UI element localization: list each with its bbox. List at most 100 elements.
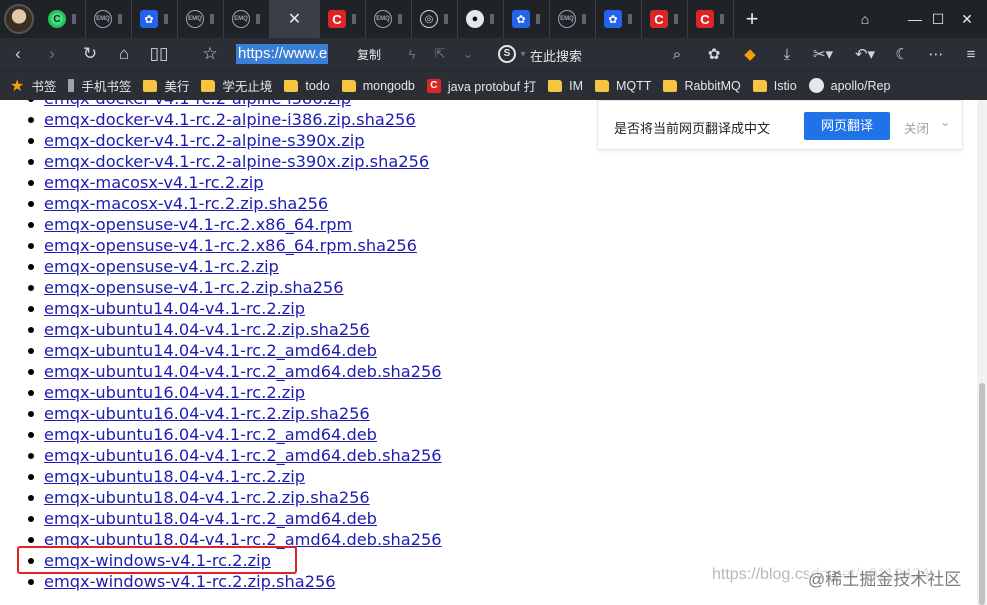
file-link[interactable]: emqx-macosx-v4.1-rc.2.zip bbox=[44, 173, 264, 192]
copy-button[interactable]: 复制 bbox=[357, 46, 381, 63]
search-input[interactable]: 在此搜索 bbox=[530, 46, 582, 65]
browser-tab[interactable]: C bbox=[642, 0, 688, 38]
file-link[interactable]: emqx-ubuntu14.04-v4.1-rc.2_amd64.deb.sha… bbox=[44, 362, 442, 381]
browser-tab[interactable]: ✿ bbox=[596, 0, 642, 38]
chevron-down-icon[interactable]: ▾ bbox=[518, 38, 528, 70]
user-avatar[interactable] bbox=[4, 4, 34, 34]
game-icon[interactable]: ◆ bbox=[738, 38, 762, 70]
file-link[interactable]: emqx-macosx-v4.1-rc.2.zip.sha256 bbox=[44, 194, 328, 213]
close-icon[interactable]: ✕ bbox=[288, 9, 301, 29]
bookmark-item[interactable]: todo bbox=[284, 79, 330, 93]
file-list-item: emqx-opensuse-v4.1-rc.2.x86_64.rpm.sha25… bbox=[25, 235, 442, 256]
extension-icon[interactable]: ✿ bbox=[703, 38, 725, 70]
bookmark-item[interactable]: Cjava protobuf 打 bbox=[426, 76, 536, 95]
translate-button[interactable]: 网页翻译 bbox=[804, 112, 890, 140]
folder-icon bbox=[341, 79, 356, 92]
home-icon[interactable]: ⌂ bbox=[112, 38, 136, 70]
browser-tab[interactable]: C bbox=[688, 0, 734, 38]
browser-tab[interactable]: EMQ bbox=[178, 0, 224, 38]
file-link[interactable]: emqx-ubuntu16.04-v4.1-rc.2_amd64.deb bbox=[44, 425, 377, 444]
lightning-icon[interactable]: ϟ bbox=[402, 38, 422, 70]
file-link[interactable]: emqx-docker-v4.1-rc.2-alpine-s390x.zip bbox=[44, 131, 365, 150]
file-link[interactable]: emqx-ubuntu18.04-v4.1-rc.2.zip bbox=[44, 467, 305, 486]
reader-icon[interactable]: ▯▯ bbox=[146, 38, 172, 70]
file-link[interactable]: emqx-ubuntu16.04-v4.1-rc.2.zip bbox=[44, 383, 305, 402]
translate-close-button[interactable]: 关闭 bbox=[904, 118, 929, 137]
tab-strip: C EMQ ✿ EMQ EMQ ✕ C EMQ ◎ ● ✿ EMQ ✿ C C bbox=[40, 0, 734, 38]
bookmark-item[interactable]: MQTT bbox=[595, 79, 651, 93]
bookmark-item[interactable]: IM bbox=[548, 79, 583, 93]
more-icon[interactable]: ⋯ bbox=[925, 38, 947, 70]
browser-tab[interactable]: ✿ bbox=[504, 0, 550, 38]
bookmark-item[interactable]: mongodb bbox=[341, 79, 415, 93]
browser-tab[interactable]: C bbox=[40, 0, 86, 38]
browser-tab[interactable]: ✕ bbox=[270, 0, 320, 38]
tab-bar: C EMQ ✿ EMQ EMQ ✕ C EMQ ◎ ● ✿ EMQ ✿ C C + ⌂ — ☐ ✕ bbox=[0, 0, 987, 38]
undo-icon[interactable]: ↶▾ bbox=[848, 38, 882, 70]
browser-tab[interactable]: EMQ bbox=[366, 0, 412, 38]
vertical-scrollbar[interactable] bbox=[977, 100, 987, 605]
bookmark-item[interactable]: 手机书签 bbox=[68, 76, 131, 95]
folder-icon bbox=[548, 79, 563, 92]
address-bar[interactable]: https://www.e bbox=[236, 44, 328, 64]
file-link[interactable]: emqx-ubuntu14.04-v4.1-rc.2.zip.sha256 bbox=[44, 320, 370, 339]
night-mode-icon[interactable]: ☾ bbox=[891, 38, 913, 70]
file-link[interactable]: emqx-ubuntu16.04-v4.1-rc.2.zip.sha256 bbox=[44, 404, 370, 423]
translate-message: 是否将当前网页翻译成中文 bbox=[614, 121, 771, 136]
file-list-item: emqx-macosx-v4.1-rc.2.zip.sha256 bbox=[25, 193, 442, 214]
browser-tab[interactable]: EMQ bbox=[86, 0, 132, 38]
search-icon[interactable]: ⌕ bbox=[666, 38, 688, 70]
bookmark-item[interactable]: Istio bbox=[752, 79, 797, 93]
browser-tab[interactable]: ● bbox=[458, 0, 504, 38]
baidu-paw-icon: ✿ bbox=[140, 10, 158, 28]
file-link[interactable]: emqx-ubuntu14.04-v4.1-rc.2_amd64.deb bbox=[44, 341, 377, 360]
tab-title-fade bbox=[398, 14, 402, 24]
bookmark-item[interactable]: ★ 书签 bbox=[10, 76, 56, 96]
file-link[interactable]: emqx-windows-v4.1-rc.2.zip.sha256 bbox=[44, 572, 336, 591]
file-link[interactable]: emqx-docker-v4.1-rc.2-alpine-i386.zip bbox=[44, 100, 351, 108]
browser-tab[interactable]: EMQ bbox=[550, 0, 596, 38]
tab-title-fade bbox=[720, 14, 724, 24]
bookmark-label: MQTT bbox=[616, 78, 652, 93]
bookmark-item[interactable]: apollo/Rep bbox=[808, 78, 890, 93]
scissors-icon[interactable]: ✂▾ bbox=[808, 38, 838, 70]
csdn-icon: C bbox=[328, 10, 346, 28]
close-window-button[interactable]: ✕ bbox=[947, 0, 987, 38]
translate-popup: 是否将当前网页翻译成中文 网页翻译 关闭 ⌄ bbox=[597, 100, 963, 150]
chevron-down-icon[interactable]: ⌄ bbox=[940, 115, 950, 129]
file-link[interactable]: emqx-ubuntu18.04-v4.1-rc.2.zip.sha256 bbox=[44, 488, 370, 507]
new-tab-button[interactable]: + bbox=[734, 0, 770, 38]
csdn-icon: C bbox=[696, 10, 714, 28]
file-link[interactable]: emqx-docker-v4.1-rc.2-alpine-i386.zip.sh… bbox=[44, 110, 416, 129]
file-link[interactable]: emqx-opensuse-v4.1-rc.2.zip.sha256 bbox=[44, 278, 344, 297]
tab-title-fade bbox=[582, 14, 586, 24]
bookmark-item[interactable]: 美行 bbox=[143, 76, 189, 95]
file-link[interactable]: emqx-opensuse-v4.1-rc.2.zip bbox=[44, 257, 279, 276]
file-link[interactable]: emqx-opensuse-v4.1-rc.2.x86_64.rpm.sha25… bbox=[44, 236, 417, 255]
back-icon[interactable]: ‹ bbox=[6, 38, 30, 70]
github-icon bbox=[808, 78, 824, 93]
browser-tab[interactable]: ✿ bbox=[132, 0, 178, 38]
tab-title-fade bbox=[164, 14, 168, 24]
emq-icon: EMQ bbox=[374, 10, 392, 28]
bookmark-star-icon[interactable]: ☆ bbox=[198, 38, 222, 70]
bookmark-item[interactable]: RabbitMQ bbox=[663, 79, 741, 93]
browser-tab[interactable]: C bbox=[320, 0, 366, 38]
bookmark-item[interactable]: 学无止境 bbox=[201, 76, 272, 95]
refresh-icon[interactable]: ↻ bbox=[78, 38, 102, 70]
file-link[interactable]: emqx-ubuntu16.04-v4.1-rc.2_amd64.deb.sha… bbox=[44, 446, 442, 465]
chevron-down-icon[interactable]: ⌄ bbox=[458, 38, 478, 70]
skin-icon[interactable]: ⌂ bbox=[845, 0, 885, 38]
download-icon[interactable]: ⤓ bbox=[776, 38, 798, 70]
forward-icon[interactable]: › bbox=[40, 38, 64, 70]
file-link[interactable]: emqx-opensuse-v4.1-rc.2.x86_64.rpm bbox=[44, 215, 352, 234]
file-link[interactable]: emqx-ubuntu14.04-v4.1-rc.2.zip bbox=[44, 299, 305, 318]
file-link[interactable]: emqx-ubuntu18.04-v4.1-rc.2_amd64.deb bbox=[44, 509, 377, 528]
browser-tab[interactable]: ◎ bbox=[412, 0, 458, 38]
browser-tab[interactable]: EMQ bbox=[224, 0, 270, 38]
file-link[interactable]: emqx-docker-v4.1-rc.2-alpine-s390x.zip.s… bbox=[44, 152, 429, 171]
search-engine-icon[interactable]: S bbox=[498, 45, 516, 63]
scrollbar-thumb[interactable] bbox=[979, 383, 985, 605]
share-icon[interactable]: ⇱ bbox=[430, 38, 450, 70]
menu-icon[interactable]: ≡ bbox=[960, 38, 982, 70]
